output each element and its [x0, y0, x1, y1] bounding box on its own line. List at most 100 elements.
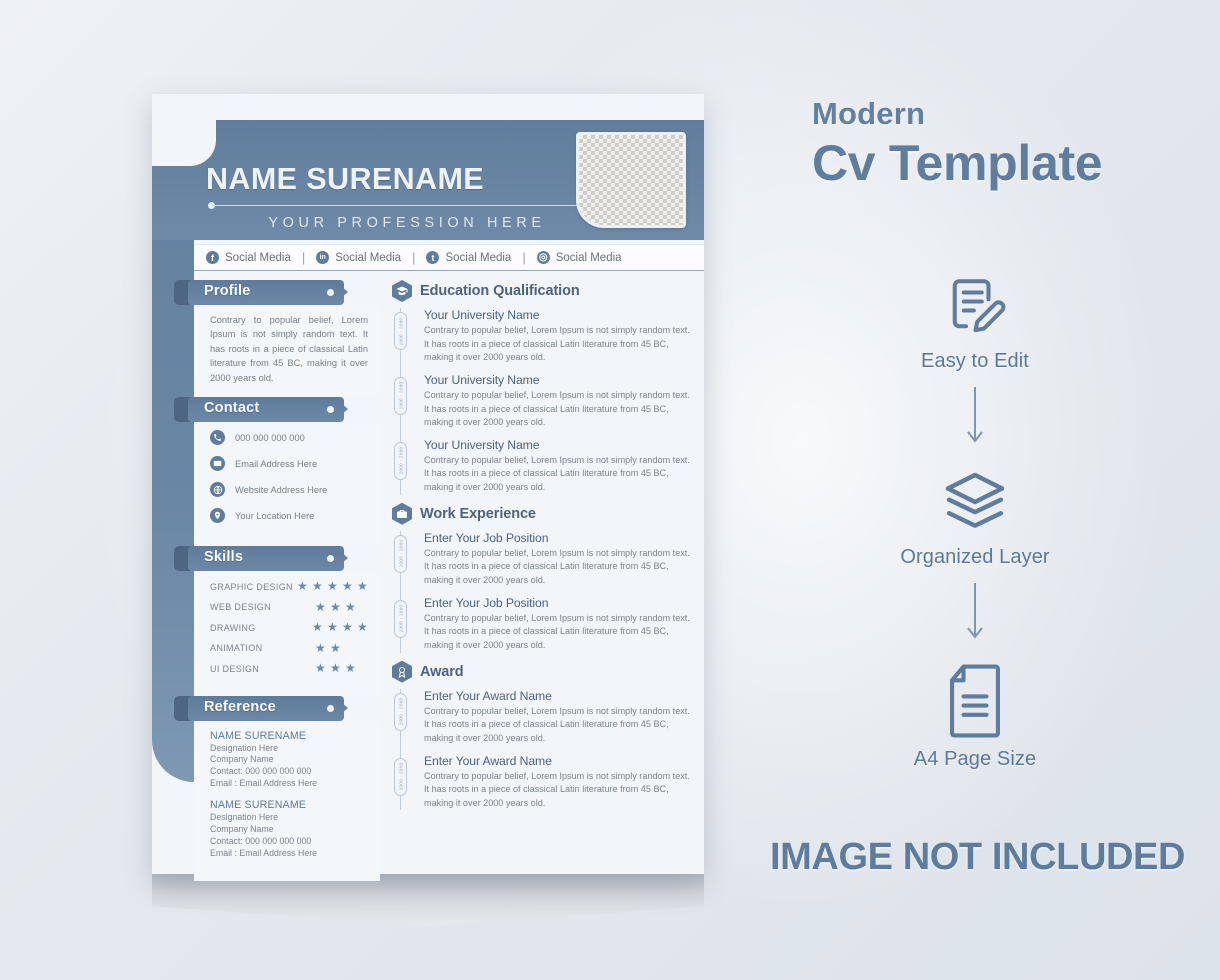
reference-email: Email : Email Address Here	[210, 778, 318, 789]
award-item: 2000 - 2000 Enter Your Award Name Contrary…	[392, 753, 692, 811]
skill-row: UI DESIGN ★ ★ ★	[210, 661, 368, 676]
contact-value: 000 000 000 000	[235, 432, 305, 443]
reference-company: Company Name	[210, 754, 274, 765]
timeline-date: 2000 - 2000	[398, 539, 404, 568]
promo-heading-block: Modern Cv Template	[770, 96, 1210, 192]
cv-name: NAME SURENAME	[206, 162, 485, 196]
education-description: Contrary to popular belief, Lorem Ipsum …	[424, 454, 690, 493]
section-title: Education Qualification	[420, 283, 580, 299]
reference-designation: Designation Here	[210, 812, 278, 823]
reference-item: NAME SURENAME Designation Here Company Nam…	[210, 799, 368, 860]
star-icon: ★	[330, 640, 341, 655]
social-media-bar: f Social Media | in Social Media | t Soc…	[194, 244, 704, 271]
star-icon: ★	[357, 620, 368, 635]
award-description: Contrary to popular belief, Lorem Ipsum …	[424, 705, 690, 743]
skill-row: WEB DESIGN ★ ★ ★	[210, 599, 368, 614]
experience-title: Enter Your Job Position	[424, 595, 549, 610]
reference-email: Email : Email Address Here	[210, 848, 318, 859]
star-icon: ★	[327, 620, 338, 635]
education-title: Your University Name	[424, 308, 540, 322]
profile-panel: Contrary to popular belief, Lorem Ipsum …	[194, 305, 380, 398]
education-item: 2000 - 2000 Your University Name Contrary …	[392, 308, 692, 373]
reference-item: NAME SURENAME Designation Here Company Nam…	[210, 730, 368, 791]
social-item-twitter[interactable]: t Social Media	[426, 251, 511, 264]
feature-organized-layer: Organized Layer	[900, 466, 1050, 569]
education-title: Your University Name	[424, 437, 540, 452]
section-title: Skills	[204, 549, 244, 566]
award-section: Award 2000 - 2000 Enter Your Award Name Co…	[392, 660, 692, 811]
timeline-date: 2000 - 2000	[398, 697, 404, 726]
promo-subtitle: Modern	[812, 96, 926, 131]
document-edit-icon	[952, 279, 1006, 333]
contact-value: Website Address Here	[235, 484, 328, 495]
timeline-date-pill: 2000 - 2000	[394, 692, 407, 731]
education-item: 2000 - 2000 Your University Name Contrary …	[392, 372, 692, 438]
linkedin-icon: in	[316, 251, 330, 264]
social-separator: |	[301, 250, 306, 265]
social-label: Social Media	[555, 251, 622, 264]
skill-row: GRAPHIC DESIGN ★ ★ ★ ★ ★	[210, 579, 368, 594]
layers-icon	[945, 472, 1005, 528]
reference-panel: NAME SURENAME Designation Here Company Nam…	[194, 720, 380, 882]
skill-name: DRAWING	[210, 622, 256, 633]
feature-label: Organized Layer	[900, 546, 1050, 568]
award-description: Contrary to popular belief, Lorem Ipsum …	[424, 770, 690, 808]
experience-section: Work Experience 2000 - 2000 Enter Your Jo…	[392, 502, 692, 653]
reference-contact: Contact: 000 000 000 000	[210, 836, 312, 847]
section-header-contact: Contact	[174, 397, 360, 423]
arrow-down-icon-1	[966, 387, 984, 454]
contact-panel: 000 000 000 000 Email Address Here Websi…	[194, 422, 380, 547]
education-header: Education Qualification	[392, 280, 692, 302]
experience-description: Contrary to popular belief, Lorem Ipsum …	[424, 547, 690, 586]
arrow-down-icon-2	[966, 583, 984, 650]
social-item-linkedin[interactable]: in Social Media	[316, 251, 401, 264]
cv-right-column: Education Qualification 2000 - 2000 Your …	[392, 280, 692, 818]
education-section: Education Qualification 2000 - 2000 Your …	[392, 280, 692, 495]
feature-label: Easy to Edit	[921, 350, 1029, 372]
photo-placeholder	[576, 132, 686, 228]
award-header: Award	[392, 660, 692, 683]
page-icon	[949, 664, 1001, 738]
section-title: Award	[420, 663, 464, 680]
star-icon: ★	[357, 579, 368, 594]
skill-rating: ★ ★ ★	[315, 661, 356, 676]
social-item-instagram[interactable]: ◎ Social Media	[536, 251, 622, 264]
timeline-date-pill: 2000 - 2000	[394, 534, 407, 573]
graduation-cap-icon	[392, 280, 412, 302]
star-icon: ★	[315, 661, 326, 676]
facebook-icon: f	[206, 251, 219, 264]
section-title: Profile	[204, 283, 251, 299]
star-icon: ★	[297, 579, 308, 594]
reference-name: NAME SURENAME	[210, 729, 307, 742]
education-item: 2000 - 2000 Your University Name Contrary …	[392, 437, 692, 495]
timeline-date-pill: 2000 - 2000	[394, 599, 407, 638]
star-icon: ★	[327, 579, 338, 594]
name-divider	[208, 201, 604, 210]
reference-contact: Contact: 000 000 000 000	[210, 766, 312, 777]
experience-item: 2000 - 2000 Enter Your Job Position Contra…	[392, 530, 692, 596]
profile-text: Contrary to popular belief, Lorem Ipsum …	[210, 315, 368, 383]
skill-row: DRAWING ★ ★ ★ ★	[210, 620, 368, 635]
star-icon: ★	[315, 599, 326, 614]
timeline-date: 2000 - 2000	[398, 446, 404, 475]
timeline-date-pill: 2000 - 2000	[394, 441, 407, 480]
feature-list: Easy to Edit Organized Layer A4 Page Siz…	[770, 270, 1180, 771]
feature-easy-to-edit: Easy to Edit	[921, 270, 1029, 373]
contact-row-phone: 000 000 000 000	[210, 430, 368, 446]
experience-description: Contrary to popular belief, Lorem Ipsum …	[424, 612, 690, 650]
star-icon: ★	[342, 620, 353, 635]
timeline-date-pill: 2000 - 2000	[394, 312, 407, 350]
globe-icon	[210, 482, 225, 498]
social-separator: |	[522, 250, 526, 265]
star-icon: ★	[345, 599, 356, 614]
cv-page: NAME SURENAME YOUR PROFESSION HERE f Soc…	[152, 94, 704, 882]
section-header-reference: Reference	[174, 695, 360, 721]
reference-name: NAME SURENAME	[210, 799, 307, 812]
social-item-facebook[interactable]: f Social Media	[206, 251, 291, 264]
phone-icon	[210, 430, 225, 446]
skill-name: ANIMATION	[210, 643, 263, 654]
contact-row-website: Website Address Here	[210, 482, 368, 498]
experience-title: Enter Your Job Position	[424, 530, 549, 545]
skill-rating: ★ ★ ★ ★	[312, 620, 368, 635]
education-description: Contrary to popular belief, Lorem Ipsum …	[424, 325, 690, 363]
